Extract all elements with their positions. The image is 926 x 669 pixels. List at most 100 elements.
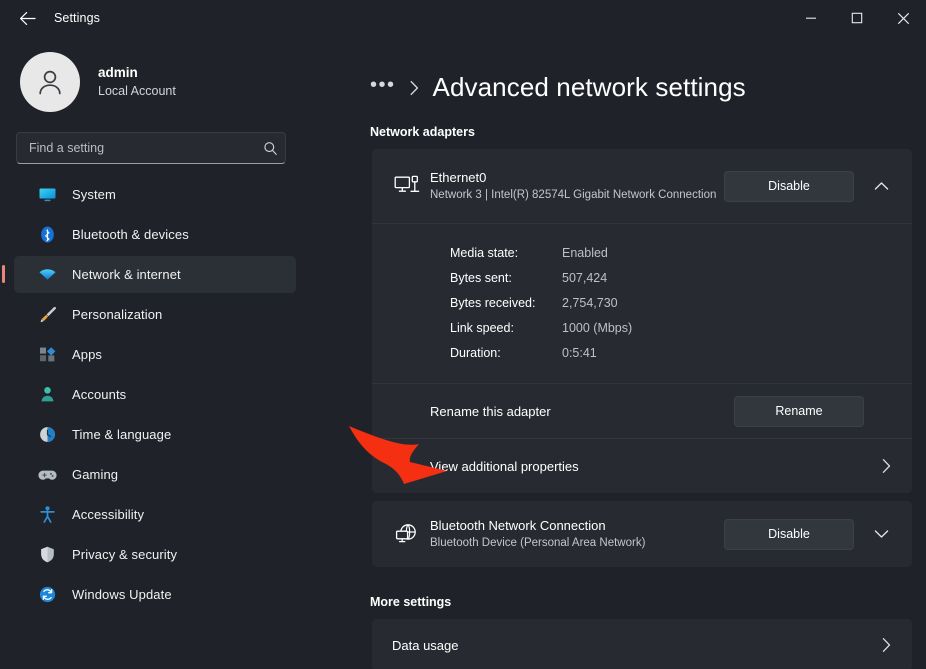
detail-row: Link speed: 1000 (Mbps): [450, 315, 912, 340]
window-title: Settings: [54, 11, 100, 25]
view-additional-properties-label: View additional properties: [430, 459, 868, 474]
bluetooth-icon: [36, 224, 58, 246]
chevron-down-icon: [874, 529, 889, 539]
person-icon-svg: [38, 385, 57, 404]
adapter-header-row[interactable]: Bluetooth Network Connection Bluetooth D…: [372, 501, 912, 567]
detail-key: Media state:: [450, 246, 562, 260]
person-icon: [36, 384, 58, 406]
window-controls: [788, 0, 926, 36]
wifi-icon-svg: [38, 265, 57, 284]
data-usage-row[interactable]: Data usage: [372, 619, 912, 669]
chevron-up-icon: [874, 181, 889, 191]
sidebar-item-apps[interactable]: Apps: [14, 336, 296, 373]
bluetooth-adapter-icon: [388, 522, 426, 546]
search-box[interactable]: [16, 132, 286, 164]
sidebar-item-label: Personalization: [72, 307, 162, 322]
disable-button-ethernet0[interactable]: Disable: [724, 171, 854, 202]
bluetooth-adapter-icon-svg: [394, 522, 420, 546]
breadcrumb: ••• Advanced network settings: [310, 36, 926, 103]
settings-window: Settings: [0, 0, 926, 669]
maximize-icon: [851, 12, 863, 24]
bluetooth-icon-svg: [38, 225, 57, 244]
sidebar-item-label: Privacy & security: [72, 547, 177, 562]
update-icon-svg: [38, 585, 57, 604]
paintbrush-icon: [36, 304, 58, 326]
maximize-button[interactable]: [834, 0, 880, 36]
sidebar-item-label: Time & language: [72, 427, 171, 442]
adapter-header-row[interactable]: Ethernet0 Network 3 | Intel(R) 82574L Gi…: [372, 149, 912, 223]
account-block[interactable]: admin Local Account: [0, 36, 310, 114]
sidebar-item-label: Gaming: [72, 467, 118, 482]
search-input[interactable]: [17, 141, 255, 155]
back-arrow-icon: [19, 11, 36, 26]
collapse-toggle-ethernet0[interactable]: [864, 169, 898, 203]
account-name: admin: [98, 64, 176, 82]
sidebar-item-accounts[interactable]: Accounts: [14, 376, 296, 413]
rename-adapter-row[interactable]: Rename this adapter Rename: [372, 384, 912, 438]
sidebar-item-gaming[interactable]: Gaming: [14, 456, 296, 493]
rename-button[interactable]: Rename: [734, 396, 864, 427]
main-content: ••• Advanced network settings Network ad…: [310, 36, 926, 669]
detail-value: 507,424: [562, 271, 607, 285]
accessibility-icon: [36, 504, 58, 526]
selection-indicator: [2, 265, 5, 283]
sidebar-item-network-internet[interactable]: Network & internet: [14, 256, 296, 293]
chevron-right-icon: [881, 637, 892, 653]
network-adapters-heading: Network adapters: [310, 103, 926, 139]
minimize-button[interactable]: [788, 0, 834, 36]
sidebar-item-label: Apps: [72, 347, 102, 362]
magnifier-icon: [263, 141, 278, 156]
sidebar-nav: System Bluetooth & devices: [0, 176, 310, 613]
avatar: [20, 52, 80, 112]
detail-key: Bytes sent:: [450, 271, 562, 285]
expand-toggle-bluetooth[interactable]: [864, 517, 898, 551]
wifi-icon: [36, 264, 58, 286]
adapter-description: Bluetooth Device (Personal Area Network): [430, 536, 724, 552]
sidebar-item-privacy-security[interactable]: Privacy & security: [14, 536, 296, 573]
sidebar-item-time-language[interactable]: Time & language: [14, 416, 296, 453]
apps-icon: [36, 344, 58, 366]
view-additional-properties-row[interactable]: View additional properties: [372, 439, 912, 493]
breadcrumb-overflow-button[interactable]: •••: [370, 75, 396, 101]
sidebar-item-system[interactable]: System: [14, 176, 296, 213]
detail-row: Duration: 0:5:41: [450, 340, 912, 365]
back-button[interactable]: [10, 4, 44, 32]
page-title: Advanced network settings: [433, 72, 746, 103]
close-button[interactable]: [880, 0, 926, 36]
gamepad-icon: [36, 464, 58, 486]
search-icon: [255, 141, 285, 156]
paintbrush-icon-svg: [38, 305, 57, 324]
adapter-name: Bluetooth Network Connection: [430, 517, 724, 535]
adapter-name: Ethernet0: [430, 169, 724, 187]
detail-value: 2,754,730: [562, 296, 618, 310]
sidebar-item-label: Bluetooth & devices: [72, 227, 189, 242]
adapter-card-bluetooth: Bluetooth Network Connection Bluetooth D…: [372, 501, 912, 567]
sidebar-item-accessibility[interactable]: Accessibility: [14, 496, 296, 533]
adapter-description: Network 3 | Intel(R) 82574L Gigabit Netw…: [430, 188, 724, 204]
person-avatar-icon: [33, 65, 67, 99]
adapter-card-ethernet0: Ethernet0 Network 3 | Intel(R) 82574L Gi…: [372, 149, 912, 493]
sidebar-item-personalization[interactable]: Personalization: [14, 296, 296, 333]
apps-icon-svg: [38, 345, 57, 364]
clock-icon: [36, 424, 58, 446]
sidebar-item-bluetooth-devices[interactable]: Bluetooth & devices: [14, 216, 296, 253]
disable-button-bluetooth[interactable]: Disable: [724, 519, 854, 550]
chevron-right-icon-data-usage: [868, 637, 898, 653]
update-icon: [36, 584, 58, 606]
account-type: Local Account: [98, 83, 176, 100]
data-usage-label: Data usage: [392, 638, 868, 653]
detail-key: Link speed:: [450, 321, 562, 335]
more-settings-card: Data usage: [372, 619, 912, 669]
display-icon: [36, 184, 58, 206]
close-icon: [897, 12, 910, 25]
detail-value: 1000 (Mbps): [562, 321, 632, 335]
minimize-icon: [805, 12, 817, 24]
breadcrumb-chevron-icon: [409, 80, 420, 96]
chevron-right-icon: [881, 458, 892, 474]
sidebar-item-label: System: [72, 187, 116, 202]
chevron-right-icon-properties: [868, 458, 898, 474]
display-icon-svg: [38, 185, 57, 204]
shield-icon: [36, 544, 58, 566]
sidebar-item-windows-update[interactable]: Windows Update: [14, 576, 296, 613]
sidebar-item-label: Windows Update: [72, 587, 172, 602]
